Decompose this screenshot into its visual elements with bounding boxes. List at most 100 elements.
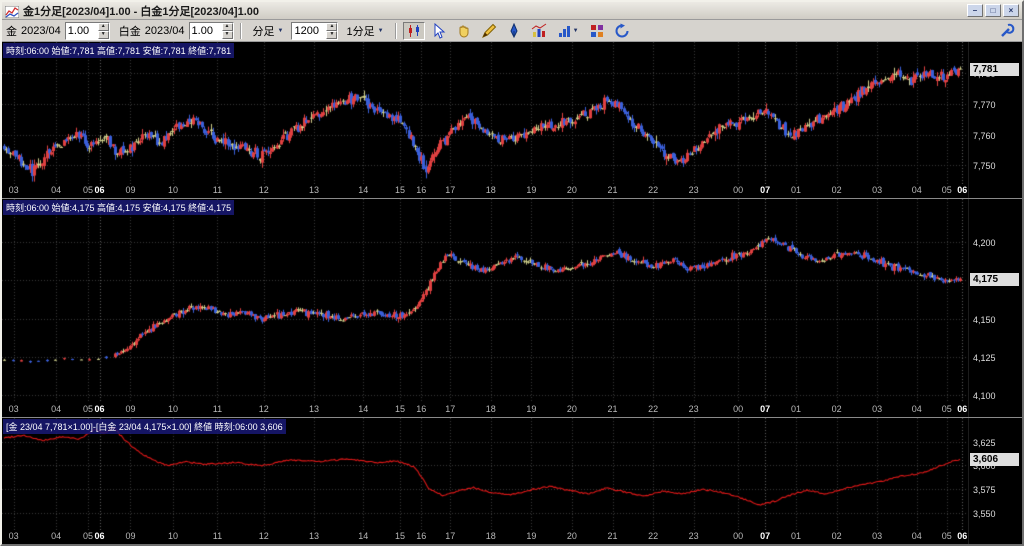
title-bar[interactable]: 金1分足[2023/04]1.00 - 白金1分足[2023/04]1.00 –… bbox=[2, 2, 1022, 20]
x-axis-label: 04 bbox=[51, 404, 61, 414]
x-axis-label: 23 bbox=[689, 404, 699, 414]
x-axis-label: 06 bbox=[95, 531, 105, 541]
chart-window-icon bbox=[5, 5, 19, 17]
x-axis-label: 19 bbox=[526, 185, 536, 195]
y-tick-label: 4,100 bbox=[973, 391, 996, 401]
gold-multiplier-up-button[interactable]: ▲ bbox=[98, 23, 109, 31]
settings-wrench-button[interactable] bbox=[996, 22, 1018, 40]
x-axis-label: 15 bbox=[395, 185, 405, 195]
period-type-dropdown[interactable]: 分足 ▼ bbox=[248, 22, 289, 40]
x-axis-label: 03 bbox=[872, 531, 882, 541]
x-axis-label: 01 bbox=[791, 185, 801, 195]
gold-multiplier-down-button[interactable]: ▼ bbox=[98, 31, 109, 39]
window-controls: – □ × bbox=[967, 4, 1019, 17]
x-axis-label: 03 bbox=[9, 404, 19, 414]
minimize-button[interactable]: – bbox=[967, 4, 983, 17]
x-axis-label: 03 bbox=[9, 531, 19, 541]
bar-chart-dropdown-button[interactable]: ▼ bbox=[553, 22, 583, 40]
gold-multiplier-input[interactable] bbox=[66, 23, 98, 39]
platinum-multiplier-down-button[interactable]: ▼ bbox=[222, 31, 233, 39]
x-axis-label: 06 bbox=[95, 185, 105, 195]
x-axis-2: 0304050609101112131415161718192021222300… bbox=[2, 530, 968, 544]
x-axis-label: 00 bbox=[733, 404, 743, 414]
x-axis-0: 0304050609101112131415161718192021222300… bbox=[2, 184, 968, 198]
cursor-tool-button[interactable] bbox=[428, 22, 450, 40]
platinum-label: 白金 bbox=[119, 23, 141, 39]
x-axis-label: 06 bbox=[95, 404, 105, 414]
chart-canvas-0[interactable] bbox=[2, 42, 968, 184]
x-axis-label: 00 bbox=[733, 185, 743, 195]
grid-chart-icon bbox=[589, 23, 605, 39]
platinum-multiplier-up-button[interactable]: ▲ bbox=[222, 23, 233, 31]
platinum-multiplier-input[interactable] bbox=[190, 23, 222, 39]
x-axis-label: 06 bbox=[957, 531, 967, 541]
y-tick-label: 3,625 bbox=[973, 438, 996, 448]
candlestick-chart-button[interactable] bbox=[403, 22, 425, 40]
x-axis-label: 15 bbox=[395, 404, 405, 414]
chart-canvas-2[interactable] bbox=[2, 418, 968, 530]
pen-icon bbox=[506, 23, 522, 39]
window-title: 金1分足[2023/04]1.00 - 白金1分足[2023/04]1.00 bbox=[23, 3, 963, 19]
x-axis-label: 04 bbox=[912, 185, 922, 195]
y-tick-label: 3,550 bbox=[973, 509, 996, 519]
y-tick-label: 3,575 bbox=[973, 485, 996, 495]
x-axis-label: 06 bbox=[957, 185, 967, 195]
x-axis-label: 23 bbox=[689, 531, 699, 541]
x-axis-label: 04 bbox=[912, 531, 922, 541]
pen-tool-button[interactable] bbox=[503, 22, 525, 40]
x-axis-label: 11 bbox=[213, 531, 222, 541]
x-axis-label: 07 bbox=[760, 531, 770, 541]
x-axis-label: 22 bbox=[648, 531, 658, 541]
x-axis-label: 10 bbox=[168, 531, 178, 541]
current-price-box: 4,175 bbox=[970, 273, 1019, 286]
x-axis-label: 04 bbox=[51, 185, 61, 195]
toolbar-separator bbox=[395, 23, 397, 39]
bar-count-up-button[interactable]: ▲ bbox=[326, 23, 337, 31]
x-axis-label: 09 bbox=[125, 531, 135, 541]
candlestick-chart-icon bbox=[406, 23, 422, 39]
wrench-icon bbox=[999, 23, 1015, 39]
gold-contract-select[interactable]: 2023/04 bbox=[20, 25, 62, 37]
x-axis-label: 09 bbox=[125, 185, 135, 195]
x-axis-label: 20 bbox=[567, 185, 577, 195]
grid-chart-button[interactable] bbox=[586, 22, 608, 40]
x-axis-label: 13 bbox=[309, 531, 319, 541]
refresh-icon bbox=[614, 23, 630, 39]
current-price-box: 7,781 bbox=[970, 63, 1019, 76]
spread-info-line: [金 23/04 7,781×1.00]-[白金 23/04 4,175×1.0… bbox=[3, 419, 286, 434]
x-axis-label: 01 bbox=[791, 531, 801, 541]
spread-plot: [金 23/04 7,781×1.00]-[白金 23/04 4,175×1.0… bbox=[2, 418, 968, 544]
gold-multiplier-spinner: ▲ ▼ bbox=[65, 22, 110, 40]
x-axis-label: 12 bbox=[259, 531, 269, 541]
hand-tool-button[interactable] bbox=[453, 22, 475, 40]
x-axis-label: 02 bbox=[832, 185, 842, 195]
hand-icon bbox=[456, 23, 472, 39]
chart-canvas-1[interactable] bbox=[2, 199, 968, 403]
close-button[interactable]: × bbox=[1003, 4, 1019, 17]
x-axis-label: 11 bbox=[213, 185, 222, 195]
bar-count-input[interactable] bbox=[292, 23, 326, 39]
x-axis-label: 03 bbox=[872, 185, 882, 195]
spread-chart-panel: [金 23/04 7,781×1.00]-[白金 23/04 4,175×1.0… bbox=[2, 417, 1022, 544]
cursor-icon bbox=[431, 23, 447, 39]
x-axis-label: 03 bbox=[9, 185, 19, 195]
chart-area: 時刻:06:00 始値:7,781 高値:7,781 安値:7,781 終値:7… bbox=[2, 42, 1022, 544]
timeframe-dropdown[interactable]: 1分足 ▼ bbox=[341, 22, 388, 40]
indicator-chart-button[interactable] bbox=[528, 22, 550, 40]
indicator-chart-icon bbox=[531, 23, 547, 39]
x-axis-label: 18 bbox=[486, 404, 496, 414]
gold-chart-panel: 時刻:06:00 始値:7,781 高値:7,781 安値:7,781 終値:7… bbox=[2, 42, 1022, 198]
gold-plot: 時刻:06:00 始値:7,781 高値:7,781 安値:7,781 終値:7… bbox=[2, 42, 968, 198]
chevron-down-icon: ▼ bbox=[573, 28, 579, 34]
refresh-button[interactable] bbox=[611, 22, 633, 40]
x-axis-label: 10 bbox=[168, 404, 178, 414]
platinum-contract-select[interactable]: 2023/04 bbox=[144, 25, 186, 37]
pencil-tool-button[interactable] bbox=[478, 22, 500, 40]
x-axis-label: 10 bbox=[168, 185, 178, 195]
x-axis-label: 06 bbox=[957, 404, 967, 414]
x-axis-label: 05 bbox=[942, 185, 952, 195]
gold-multiplier-arrows: ▲ ▼ bbox=[98, 23, 109, 39]
bar-count-down-button[interactable]: ▼ bbox=[326, 31, 337, 39]
restore-button[interactable]: □ bbox=[985, 4, 1001, 17]
x-axis-label: 21 bbox=[607, 185, 617, 195]
